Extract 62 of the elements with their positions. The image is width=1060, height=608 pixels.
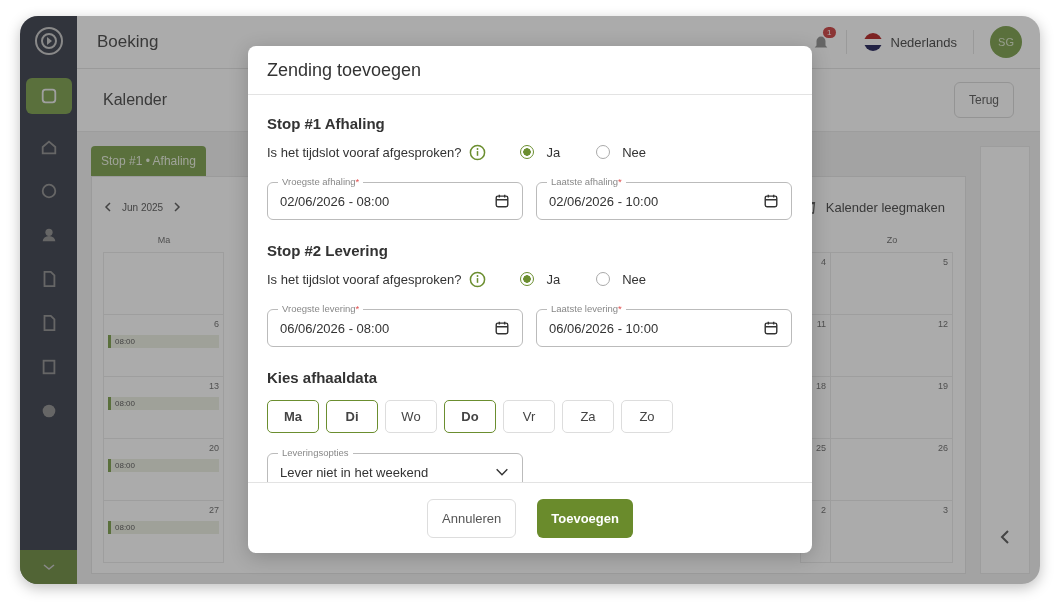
- chevron-left-icon[interactable]: [1000, 529, 1010, 545]
- radio-option[interactable]: Nee: [596, 144, 646, 160]
- day-number: 2: [821, 505, 826, 515]
- day-number: 18: [816, 381, 826, 391]
- radio-option[interactable]: Nee: [596, 271, 646, 287]
- radio-option[interactable]: Ja: [520, 144, 561, 160]
- weekday-toggle[interactable]: Zo: [621, 400, 673, 433]
- radio-option[interactable]: Ja: [520, 271, 561, 287]
- section-heading: Stop #2 Levering: [267, 242, 389, 259]
- weekday-label: Ma: [157, 235, 171, 245]
- day-number: 19: [938, 381, 948, 391]
- page-title: Boeking: [97, 32, 159, 52]
- calendar-day-cell[interactable]: 20 08:00: [103, 438, 224, 501]
- question-label: Is het tijdslot vooraf afgesproken?: [267, 144, 462, 160]
- logo-icon: [33, 26, 64, 56]
- calendar-event[interactable]: 08:00: [108, 459, 219, 472]
- weekday-toggle[interactable]: Wo: [385, 400, 437, 433]
- back-button[interactable]: Terug: [953, 82, 1014, 118]
- calendar-day-cell[interactable]: 13 08:00: [103, 376, 224, 439]
- weekday-toggle[interactable]: Za: [562, 400, 614, 433]
- calendar-day-cell[interactable]: 6 08:00: [103, 314, 224, 377]
- section-heading: Kies afhaaldata: [267, 369, 379, 386]
- language-selector[interactable]: Nederlands: [890, 34, 957, 50]
- day-number: 25: [816, 443, 826, 453]
- add-button[interactable]: Toevoegen: [537, 498, 633, 538]
- notification-badge: 1: [823, 27, 836, 38]
- month-selector[interactable]: Jun 2025: [122, 201, 164, 213]
- dialog-title: Zending toevoegen: [267, 59, 422, 81]
- day-number: 12: [938, 319, 948, 329]
- day-number: 4: [821, 257, 826, 267]
- home-icon[interactable]: [39, 138, 58, 156]
- booking-nav-item[interactable]: [25, 78, 72, 114]
- day-number: 11: [816, 319, 826, 329]
- day-number: 3: [943, 505, 948, 515]
- weekday-toggle[interactable]: Do: [444, 400, 496, 433]
- weekday-toggle[interactable]: Vr: [503, 400, 555, 433]
- calendar-day-cell[interactable]: 27 08:00: [103, 500, 224, 563]
- day-number: 6: [214, 319, 219, 329]
- day-number: 20: [209, 443, 219, 453]
- weekday-toggle[interactable]: Di: [326, 400, 378, 433]
- section-title: Kalender: [103, 91, 168, 109]
- question-label: Is het tijdslot vooraf afgesproken?: [267, 271, 462, 287]
- day-number: 27: [209, 505, 219, 515]
- weekday-label: Zo: [886, 235, 898, 245]
- previous-icon[interactable]: [104, 202, 112, 212]
- day-number: 13: [209, 381, 219, 391]
- calendar-day-cell[interactable]: 5: [830, 252, 953, 315]
- calendar-event[interactable]: 08:00: [108, 521, 219, 534]
- day-number: 5: [943, 257, 948, 267]
- section-heading: Stop #1 Afhaling: [267, 115, 386, 132]
- info-icon[interactable]: [469, 270, 487, 288]
- calendar-day-cell[interactable]: 3: [830, 500, 953, 563]
- calendar-event[interactable]: 08:00: [108, 397, 219, 410]
- collapse-button[interactable]: [20, 550, 77, 584]
- chevron-down-icon: [41, 562, 56, 572]
- calendar-event[interactable]: 08:00: [108, 335, 219, 348]
- day-number: 26: [938, 443, 948, 453]
- clear-calendar-link[interactable]: Kalender leegmaken: [825, 199, 945, 215]
- weekday-toggle[interactable]: Ma: [267, 400, 319, 433]
- info-icon[interactable]: [469, 143, 487, 161]
- cancel-button[interactable]: Annuleren: [427, 498, 517, 538]
- next-icon[interactable]: [173, 202, 182, 212]
